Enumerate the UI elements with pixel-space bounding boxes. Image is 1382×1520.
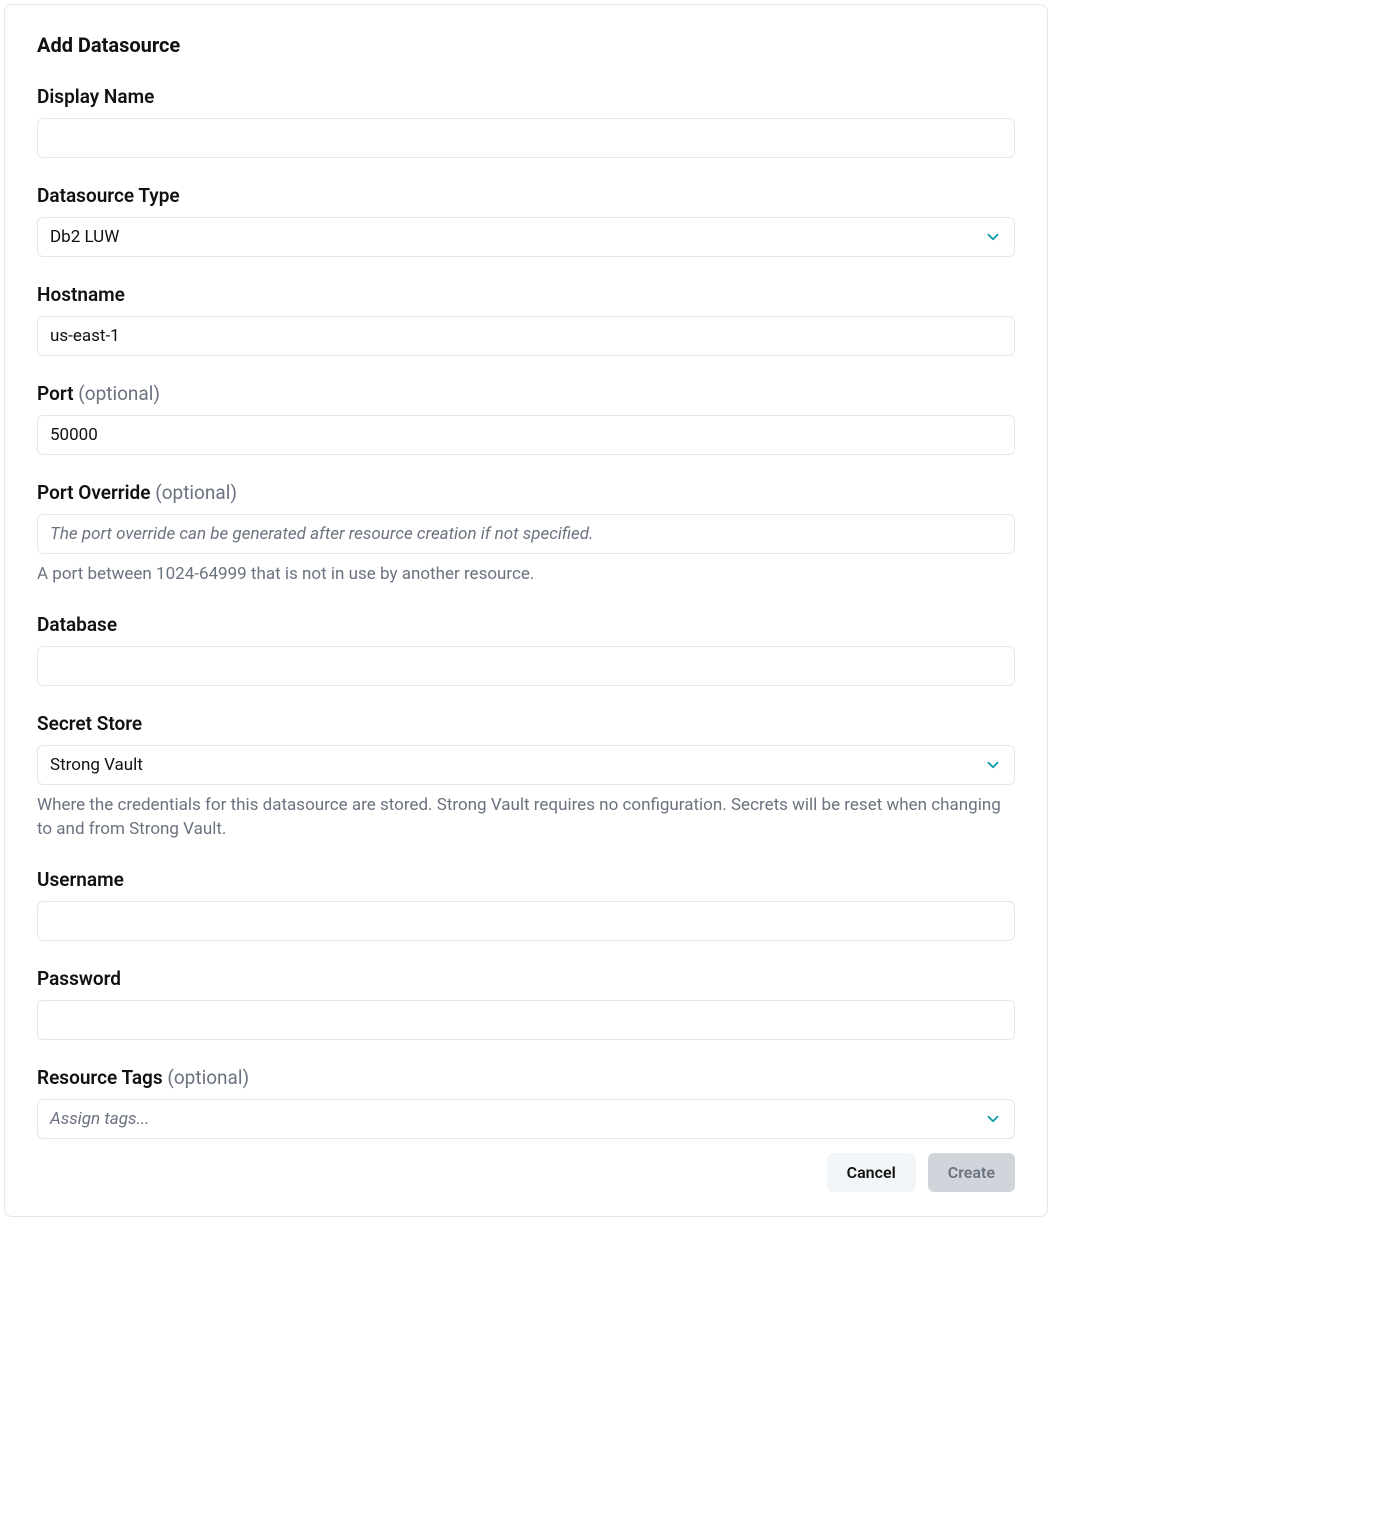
field-port-override: Port Override (optional) A port between … [37,481,1015,587]
form-title: Add Datasource [37,33,1015,57]
hostname-label: Hostname [37,283,1015,306]
add-datasource-form: Add Datasource Display Name Datasource T… [4,4,1048,1217]
secret-store-label: Secret Store [37,712,1015,735]
port-input[interactable] [37,415,1015,455]
port-override-label: Port Override (optional) [37,481,1015,504]
resource-tags-optional-text: (optional) [167,1066,249,1089]
cancel-button[interactable]: Cancel [827,1153,916,1192]
username-label: Username [37,868,1015,891]
field-display-name: Display Name [37,85,1015,158]
chevron-down-icon [984,1110,1002,1128]
resource-tags-label: Resource Tags (optional) [37,1066,1015,1089]
username-input[interactable] [37,901,1015,941]
port-override-label-text: Port Override [37,481,155,504]
resource-tags-label-text: Resource Tags [37,1066,167,1089]
field-resource-tags: Resource Tags (optional) Assign tags... [37,1066,1015,1139]
field-secret-store: Secret Store Strong Vault Where the cred… [37,712,1015,842]
datasource-type-select[interactable]: Db2 LUW [37,217,1015,257]
password-input[interactable] [37,1000,1015,1040]
form-actions: Cancel Create [37,1153,1015,1192]
field-port: Port (optional) [37,382,1015,455]
secret-store-value: Strong Vault [50,755,143,775]
create-button[interactable]: Create [928,1153,1015,1192]
field-username: Username [37,868,1015,941]
field-hostname: Hostname [37,283,1015,356]
secret-store-select[interactable]: Strong Vault [37,745,1015,785]
secret-store-helper: Where the credentials for this datasourc… [37,793,1015,842]
display-name-input[interactable] [37,118,1015,158]
resource-tags-select[interactable]: Assign tags... [37,1099,1015,1139]
port-label: Port (optional) [37,382,1015,405]
display-name-label: Display Name [37,85,1015,108]
database-input[interactable] [37,646,1015,686]
database-label: Database [37,613,1015,636]
hostname-input[interactable] [37,316,1015,356]
field-datasource-type: Datasource Type Db2 LUW [37,184,1015,257]
datasource-type-value: Db2 LUW [50,227,119,247]
port-override-optional-text: (optional) [155,481,237,504]
port-label-text: Port [37,382,78,405]
chevron-down-icon [984,228,1002,246]
port-override-helper: A port between 1024-64999 that is not in… [37,562,1015,587]
field-password: Password [37,967,1015,1040]
resource-tags-placeholder: Assign tags... [50,1109,150,1129]
password-label: Password [37,967,1015,990]
port-override-input[interactable] [37,514,1015,554]
port-optional-text: (optional) [78,382,160,405]
datasource-type-label: Datasource Type [37,184,1015,207]
field-database: Database [37,613,1015,686]
chevron-down-icon [984,756,1002,774]
